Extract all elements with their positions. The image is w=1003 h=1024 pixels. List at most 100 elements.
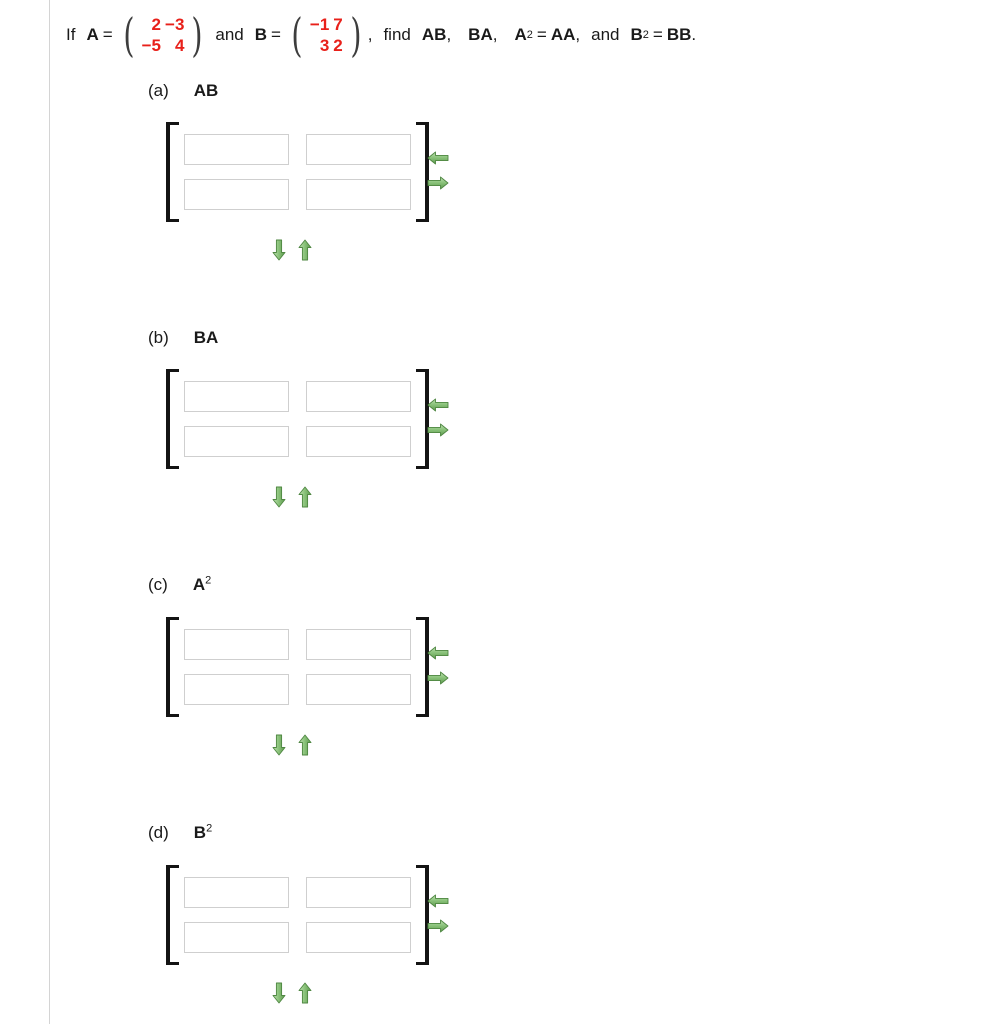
part-d-left-bracket [166, 865, 179, 965]
part-c-cell-r0c0[interactable] [184, 629, 289, 660]
question-term-ba: BA [468, 25, 493, 44]
part-d-label: (d) B2 [148, 823, 212, 843]
question-term-ab-comma: , [446, 25, 452, 44]
matrix-a: ( 2 −3 −5 4 ) [120, 8, 207, 62]
part-d-cell-r1c0[interactable] [184, 922, 289, 953]
matrix-a-open-paren: ( [123, 8, 135, 62]
part-c-bottom-arrows [272, 734, 312, 756]
matrix-b-grid: −1 7 3 2 [306, 14, 347, 56]
question-equals-b: = [271, 25, 281, 44]
question-term-asq-base: A [514, 25, 527, 44]
part-b-side-arrows [427, 398, 453, 437]
part-c-label: (c) A2 [148, 575, 211, 595]
part-c-right-arrow-icon[interactable] [427, 671, 453, 685]
part-a-down-arrow-icon[interactable] [272, 239, 286, 261]
part-c-expression-base: A [192, 575, 206, 594]
part-a-left-bracket [166, 122, 179, 222]
part-c-cell-r0c1[interactable] [306, 629, 411, 660]
part-a-bottom-arrows [272, 239, 312, 261]
part-c-side-arrows [427, 646, 453, 685]
matrix-b-open-paren: ( [291, 8, 303, 62]
matrix-a-r1c0: −5 [141, 36, 162, 55]
part-b-answer-matrix [166, 369, 429, 469]
matrix-a-r0c1: −3 [165, 15, 185, 34]
matrix-b-r1c0: 3 [319, 36, 330, 55]
question-term-bsq-period: . [691, 25, 697, 44]
part-d-left-arrow-icon[interactable] [427, 894, 453, 908]
part-c-cell-r1c1[interactable] [306, 674, 411, 705]
question-term-bsq-rhs: BB [666, 25, 692, 44]
part-d-cell-r1c1[interactable] [306, 922, 411, 953]
part-a-up-arrow-icon[interactable] [298, 239, 312, 261]
part-b-expression-base: BA [193, 328, 219, 347]
matrix-b-r1c1: 2 [333, 36, 343, 55]
part-d-cell-grid [179, 865, 416, 965]
question-term-bsq-equals: = [652, 25, 663, 44]
part-a-cell-r0c0[interactable] [184, 134, 289, 165]
part-b-right-arrow-icon[interactable] [427, 423, 453, 437]
part-c-cell-r1c0[interactable] [184, 674, 289, 705]
matrix-a-r0c0: 2 [151, 15, 162, 34]
question-comma-after-b: , [367, 25, 373, 44]
question-and-word: and [591, 25, 620, 44]
part-b-cell-r1c1[interactable] [306, 426, 411, 457]
part-a-cell-grid [179, 122, 416, 222]
part-c-up-arrow-icon[interactable] [298, 734, 312, 756]
part-b-cell-grid [179, 369, 416, 469]
question-lead: If [66, 25, 76, 44]
part-c-left-bracket [166, 617, 179, 717]
question-term-ba-comma: , [492, 25, 498, 44]
part-a-side-arrows [427, 151, 453, 190]
matrix-b-r0c1: 7 [333, 15, 343, 34]
part-d-cell-r0c1[interactable] [306, 877, 411, 908]
part-d-letter: (d) [148, 823, 169, 842]
question-term-asq-equals: = [536, 25, 547, 44]
part-a-cell-r1c1[interactable] [306, 179, 411, 210]
part-d-answer-matrix [166, 865, 429, 965]
part-b-cell-r0c0[interactable] [184, 381, 289, 412]
content-left-rule [49, 0, 50, 1024]
part-d-up-arrow-icon[interactable] [298, 982, 312, 1004]
part-b-cell-r0c1[interactable] [306, 381, 411, 412]
part-d-side-arrows [427, 894, 453, 933]
matrix-a-grid: 2 −3 −5 4 [138, 14, 189, 56]
matrix-a-close-paren: ) [191, 8, 203, 62]
part-a-expression-base: AB [193, 81, 219, 100]
matrix-a-r1c1: 4 [174, 36, 185, 55]
part-a-answer-matrix [166, 122, 429, 222]
part-b-cell-r1c0[interactable] [184, 426, 289, 457]
part-c-expression: A2 [193, 575, 211, 595]
question-variable-a: A [86, 25, 99, 44]
part-c-down-arrow-icon[interactable] [272, 734, 286, 756]
part-c-left-arrow-icon[interactable] [427, 646, 453, 660]
question-variable-b: B [254, 25, 268, 44]
question-term-asq-rhs: AA [550, 25, 576, 44]
part-d-expression-exponent: 2 [206, 822, 213, 835]
part-b-down-arrow-icon[interactable] [272, 486, 286, 508]
part-d-bottom-arrows [272, 982, 312, 1004]
part-a-left-arrow-icon[interactable] [427, 151, 453, 165]
part-a-label: (a) AB [148, 81, 218, 101]
question-conjunction: and [215, 25, 244, 44]
part-d-cell-r0c0[interactable] [184, 877, 289, 908]
part-c-answer-matrix [166, 617, 429, 717]
question-statement: If A = ( 2 −3 −5 4 ) and B = ( −1 7 3 2 … [66, 8, 697, 62]
part-c-cell-grid [179, 617, 416, 717]
part-b-label: (b) BA [148, 328, 218, 348]
part-b-left-arrow-icon[interactable] [427, 398, 453, 412]
part-a-cell-r0c1[interactable] [306, 134, 411, 165]
part-d-right-arrow-icon[interactable] [427, 919, 453, 933]
part-a-right-arrow-icon[interactable] [427, 176, 453, 190]
part-c-expression-exponent: 2 [205, 574, 212, 587]
part-d-expression-base: B [193, 823, 207, 842]
matrix-b-r0c0: −1 [309, 15, 330, 34]
part-a-cell-r1c0[interactable] [184, 179, 289, 210]
part-b-left-bracket [166, 369, 179, 469]
part-d-down-arrow-icon[interactable] [272, 982, 286, 1004]
part-b-up-arrow-icon[interactable] [298, 486, 312, 508]
question-term-asq-comma: , [575, 25, 581, 44]
question-term-bsq-base: B [630, 25, 643, 44]
part-a-letter: (a) [148, 81, 169, 100]
matrix-b-close-paren: ) [350, 8, 362, 62]
part-b-bottom-arrows [272, 486, 312, 508]
